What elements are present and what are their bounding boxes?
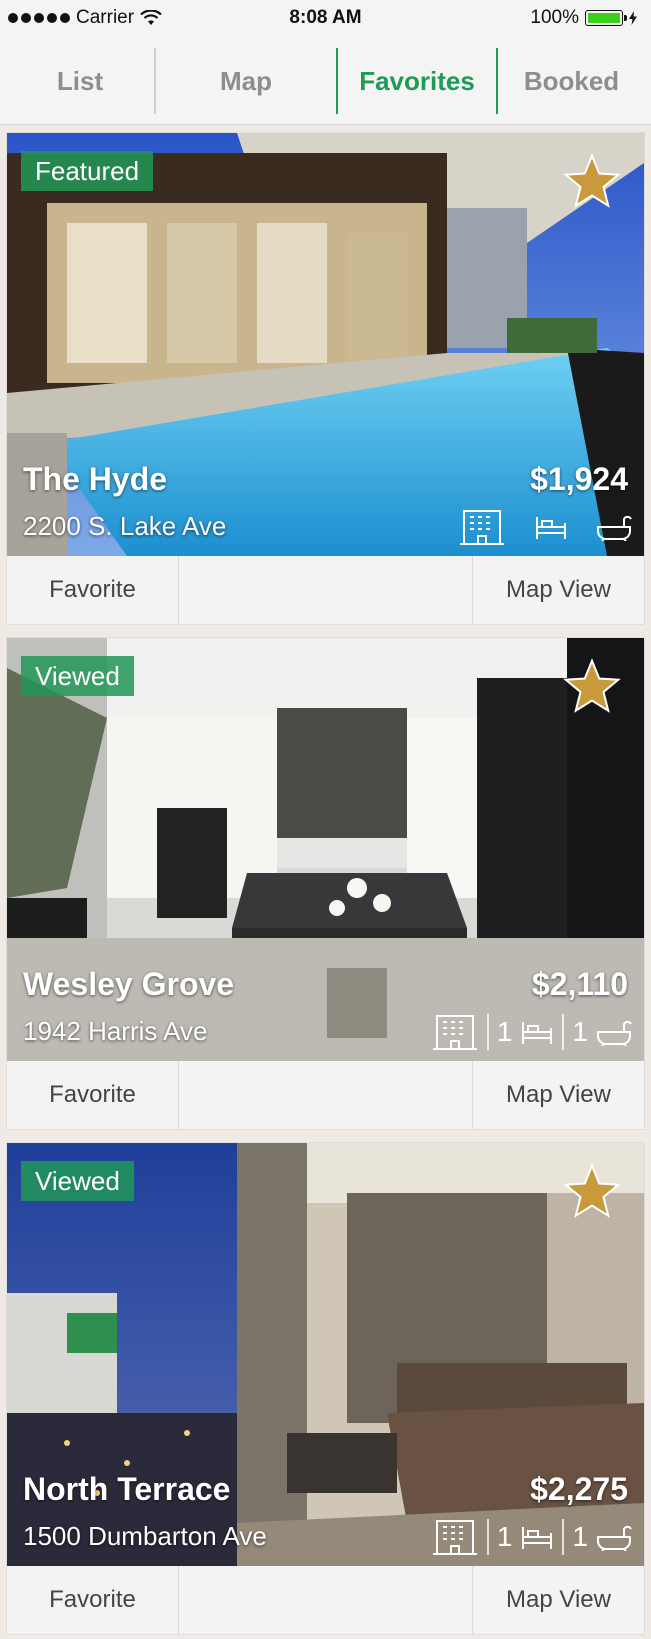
listing-price: $2,110 <box>531 966 628 1002</box>
bath-count: 1 <box>572 1016 588 1047</box>
bed-count: 1 <box>496 1521 513 1552</box>
listing-card: Viewed North Terrace 1500 Dumbarton Ave … <box>6 1142 645 1635</box>
favorite-button[interactable]: Favorite <box>7 1061 179 1129</box>
favorite-star-icon[interactable] <box>562 658 622 716</box>
listing-card: Featured The Hyde 2200 S. Lake Ave $1,92… <box>6 132 645 625</box>
listing-name: North Terrace <box>23 1471 231 1507</box>
bath-icon <box>597 515 632 541</box>
listing-name: Wesley Grove <box>23 966 235 1002</box>
listing-address: 1500 Dumbarton Ave <box>23 1521 267 1551</box>
card-actions: Favorite Map View <box>7 556 644 624</box>
tab-list[interactable]: List <box>6 48 156 114</box>
divider <box>486 1014 489 1050</box>
bath-icon <box>597 1020 632 1046</box>
amenities: 1 1 <box>431 1013 632 1051</box>
listing-address: 1942 Harris Ave <box>23 1016 208 1046</box>
bath-icon <box>597 1525 632 1551</box>
bath-count: 1 <box>572 1521 588 1552</box>
favorite-star-icon[interactable] <box>562 153 622 211</box>
favorite-star-icon[interactable] <box>562 1163 622 1221</box>
divider <box>562 1519 565 1555</box>
building-icon <box>432 1520 477 1555</box>
bed-icon <box>522 1527 553 1549</box>
card-actions: Favorite Map View <box>7 1566 644 1634</box>
map-view-button[interactable]: Map View <box>472 1061 644 1129</box>
segmented-tabs: List Map Favorites Booked <box>0 36 651 125</box>
map-view-button[interactable]: Map View <box>472 556 644 624</box>
listing-photo[interactable]: Viewed North Terrace 1500 Dumbarton Ave … <box>7 1143 644 1566</box>
status-badge: Viewed <box>21 656 134 696</box>
listing-card: Viewed Wesley Grove 1942 Harris Ave $2,1… <box>6 637 645 1130</box>
listing-price: $1,924 <box>530 461 628 497</box>
map-view-button[interactable]: Map View <box>472 1566 644 1634</box>
amenities <box>458 508 632 546</box>
tab-favorites[interactable]: Favorites <box>336 48 498 114</box>
status-badge: Viewed <box>21 1161 134 1201</box>
amenities: 1 1 <box>431 1518 632 1556</box>
card-actions: Favorite Map View <box>7 1061 644 1129</box>
divider <box>562 1014 565 1050</box>
status-badge: Featured <box>21 151 154 191</box>
listing-price: $2,275 <box>530 1471 628 1507</box>
tab-booked[interactable]: Booked <box>498 48 645 114</box>
listing-name: The Hyde <box>23 461 168 497</box>
bed-icon <box>522 1022 553 1044</box>
building-icon <box>432 1015 477 1050</box>
battery-group: 100% <box>530 7 637 29</box>
status-bar: Carrier 8:08 AM 100% <box>0 0 651 36</box>
bed-count: 1 <box>496 1016 513 1047</box>
charging-icon <box>629 11 637 25</box>
tab-map[interactable]: Map <box>156 48 336 114</box>
divider <box>486 1519 489 1555</box>
favorite-button[interactable]: Favorite <box>7 556 179 624</box>
battery-percent: 100% <box>530 7 579 28</box>
listing-address: 2200 S. Lake Ave <box>23 511 227 541</box>
battery-icon <box>585 10 627 26</box>
favorite-button[interactable]: Favorite <box>7 1566 179 1634</box>
bed-icon <box>536 517 566 539</box>
listing-photo[interactable]: Viewed Wesley Grove 1942 Harris Ave $2,1… <box>7 638 644 1061</box>
listing-photo[interactable]: Featured The Hyde 2200 S. Lake Ave $1,92… <box>7 133 644 556</box>
building-icon <box>460 510 504 545</box>
